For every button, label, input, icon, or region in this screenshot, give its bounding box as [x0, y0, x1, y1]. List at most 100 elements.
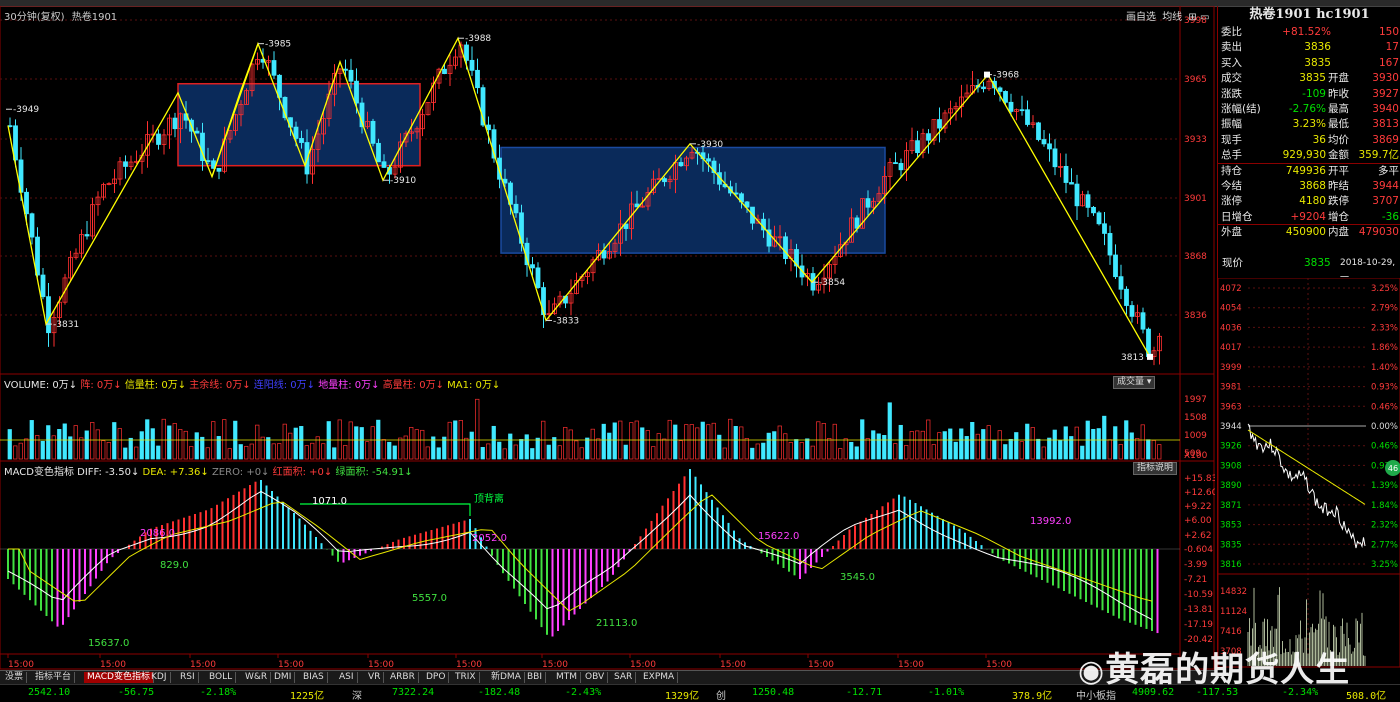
candle-body	[376, 142, 381, 163]
volume-bar	[981, 429, 986, 460]
candle-body	[662, 178, 667, 183]
volume-bar	[392, 445, 397, 460]
candle-body	[216, 167, 222, 172]
candle-body	[1074, 183, 1080, 207]
indicator-tab[interactable]: ARBR	[387, 672, 419, 683]
volume-bar	[942, 431, 947, 460]
volume-bar	[750, 447, 755, 460]
indicator-tab[interactable]: W&R	[242, 672, 272, 683]
candle-body	[24, 191, 29, 215]
volume-bar	[156, 445, 161, 460]
quote-panel: 热卷1901 hc1901 委比 +81.52% 150 卖出 3836 17 买入 3835…	[1217, 6, 1400, 670]
quote-value-2: 多平	[1378, 164, 1399, 177]
settings-icon[interactable]: ⊞	[1188, 12, 1196, 23]
candle-body	[1091, 206, 1096, 214]
indicator-tab[interactable]: 指标平台	[32, 672, 76, 683]
quote-key: 涨跌	[1221, 87, 1242, 100]
volume-bar	[849, 441, 854, 460]
quote-key: 今结	[1221, 180, 1242, 192]
volume-bar	[139, 431, 144, 460]
volume-bar	[909, 431, 914, 460]
indicator-tab[interactable]: MTM	[553, 672, 582, 683]
candle-body	[1140, 312, 1146, 330]
indicator-tab[interactable]: BBI	[524, 672, 547, 683]
restore-icon[interactable]: ▭	[1200, 12, 1209, 23]
indicator-tab-bar[interactable]: 没票 指标平台 MACD变色指标 KDJ RSI BOLL W&R DMI BIAS ASI VR A…	[0, 670, 1215, 684]
minichart-price-label: 4072	[1220, 284, 1242, 294]
index-value: 2542.10	[28, 687, 71, 698]
quote-key: 委比	[1221, 26, 1242, 38]
volume-bar	[810, 445, 815, 460]
indicator-tab[interactable]: KDJ	[148, 672, 171, 683]
indicator-tab[interactable]: ASI	[336, 672, 358, 683]
indicator-tab[interactable]: DPO	[423, 672, 450, 683]
indicator-tab[interactable]: VR	[365, 672, 385, 683]
indicator-tab[interactable]: 没票	[2, 672, 28, 683]
volume-bar	[915, 430, 920, 460]
minichart-pct-label: 0.00%	[1371, 422, 1398, 432]
volume-legend-item: 信量柱: 0万↓	[124, 380, 190, 391]
minute-chart[interactable]: 4072 3.25% 4054 2.79% 4036 2.33% 4017 1.86% 3999…	[1218, 278, 1400, 668]
volume-bar	[788, 442, 793, 460]
indicator-tab[interactable]: SAR	[611, 672, 637, 683]
quote-row: 外盘 450900 内盘 479030	[1218, 225, 1400, 240]
volume-bar	[1080, 445, 1085, 460]
indicator-tab[interactable]: 新DMA	[488, 672, 525, 683]
volume-bar	[194, 432, 199, 460]
candle-body	[1129, 305, 1135, 317]
symbol-label: 热卷1901	[71, 12, 118, 23]
macd-value-label: 15637.0	[88, 638, 129, 649]
kline-chart[interactable]: 399839653933390138683836-3949-3831-3985-…	[0, 5, 1218, 670]
volume-bar	[167, 425, 172, 460]
indicator-tab[interactable]: RSI	[177, 672, 199, 683]
price-axis-label: 3868	[1184, 252, 1207, 262]
indicator-tab[interactable]: MACD变色指标	[84, 672, 154, 683]
weibo-icon: ◉	[1078, 654, 1106, 689]
candle-body	[205, 160, 211, 162]
minichart-price-label: 3963	[1220, 402, 1242, 412]
indicator-help-button[interactable]: 指标说明	[1133, 462, 1178, 475]
quote-key: 均价	[1328, 133, 1349, 146]
draw-tool-button[interactable]: 画自选	[1126, 12, 1156, 23]
minichart-pct-label: 1.86%	[1371, 343, 1398, 353]
time-axis-label: 15:00	[986, 660, 1012, 670]
quote-row: 日增仓 +9204 增仓 -36	[1218, 210, 1400, 225]
main-chart-area: 3998 3965 3933 3901 3868 3836 -3949 -3831 -3985-…	[0, 5, 1218, 670]
quote-value: 749936	[1285, 164, 1326, 177]
volume-bar	[1118, 444, 1123, 460]
time-axis-label: 15:00	[190, 660, 216, 670]
volume-bar	[222, 419, 227, 460]
volume-bar	[381, 439, 386, 460]
volume-select-button[interactable]: 成交量 ▾	[1113, 376, 1156, 389]
macd-axis-label: +2.62	[1184, 531, 1212, 541]
volume-legend-item: 地量柱: 0万↓	[318, 380, 383, 391]
macd-axis-label: +15.83	[1184, 474, 1215, 484]
minichart-price-label: 3981	[1220, 383, 1242, 393]
indicator-tab[interactable]: EXPMA	[640, 672, 679, 683]
time-axis-label: 15:00	[898, 660, 924, 670]
minichart-price-label: 3853	[1220, 521, 1242, 531]
indicator-tab[interactable]: OBV	[582, 672, 609, 683]
volume-bar	[348, 421, 353, 460]
quote-value-2: 167	[1378, 56, 1399, 69]
volume-bar	[337, 419, 342, 460]
candle-body	[156, 133, 161, 145]
swing-point-label: -3930	[697, 140, 723, 150]
indicator-tab[interactable]: TRIX	[452, 672, 480, 683]
candle-body	[172, 117, 178, 130]
watermark: ◉黄磊的期货人生	[1078, 650, 1351, 690]
indicator-tab[interactable]: DMI	[271, 672, 296, 683]
time-axis-label: 15:00	[100, 660, 126, 670]
indicator-tab[interactable]: BOLL	[206, 672, 237, 683]
quote-key: 内盘	[1328, 226, 1349, 239]
volume-bar	[739, 426, 744, 460]
candle-body	[981, 86, 986, 90]
volume-bar	[387, 441, 392, 460]
chart-tools[interactable]: 画自选 均线 ⊞ ▭	[1126, 8, 1209, 23]
candle-body	[926, 133, 931, 141]
volume-bar	[1146, 439, 1151, 460]
ma-button[interactable]: 均线	[1162, 12, 1182, 23]
volume-legend-item: 高量柱: 0万↓	[382, 380, 448, 391]
candle-body	[783, 236, 788, 259]
indicator-tab[interactable]: BIAS	[300, 672, 328, 683]
